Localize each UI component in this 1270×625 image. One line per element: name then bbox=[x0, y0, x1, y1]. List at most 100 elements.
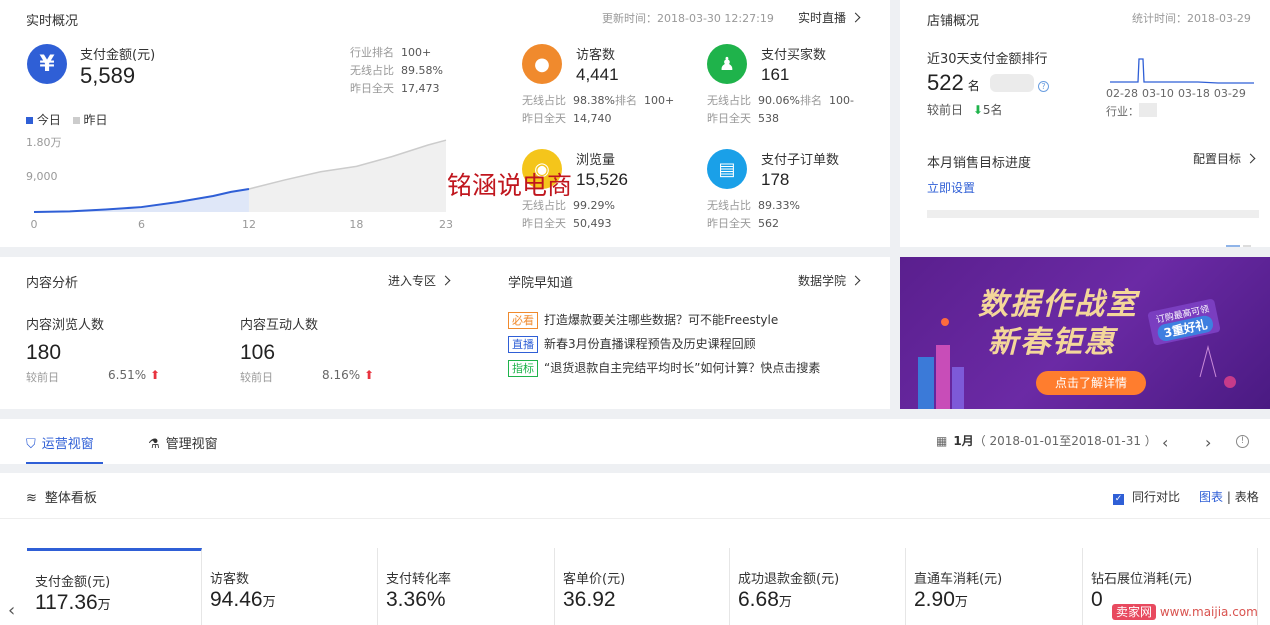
target-set-link[interactable]: 立即设置 bbox=[927, 179, 975, 196]
metric-detail: 无线占比 99.29% 昨日全天 50,493 bbox=[522, 199, 615, 230]
store-title: 店铺概况 bbox=[927, 14, 980, 29]
interact-compare: 较前日 bbox=[240, 371, 273, 384]
arrow-down-icon: ⬇ bbox=[972, 103, 983, 117]
realtime-card: 实时概况 更新时间：2018-03-30 12:27:19 实时直播 ¥ 支付金… bbox=[0, 0, 890, 247]
enter-zone-link[interactable]: 进入专区 bbox=[388, 272, 451, 289]
kpi-label: 钻石展位消耗(元) bbox=[1091, 572, 1193, 587]
compare-row: 较前日 ⬇5名 bbox=[927, 103, 1003, 117]
kpi-card[interactable]: 支付金额(元) 117.36万 bbox=[27, 548, 202, 625]
mini-dates: 02-28 03-10 03-18 03-29 bbox=[1106, 87, 1250, 100]
chevron-right-icon bbox=[440, 275, 451, 286]
metric-label: 浏览量 bbox=[576, 153, 616, 168]
yuan-icon: ¥ bbox=[27, 44, 67, 84]
live-link[interactable]: 实时直播 bbox=[798, 9, 861, 26]
kpi-label: 支付金额(元) bbox=[35, 575, 111, 590]
kpi-card[interactable]: 直通车消耗(元) 2.90万 bbox=[906, 548, 1083, 625]
kpi-value: 2.90万 bbox=[914, 588, 968, 611]
kpi-value: 94.46万 bbox=[210, 588, 276, 611]
kpi-label: 支付转化率 bbox=[386, 572, 452, 587]
kpi-label: 成功退款金额(元) bbox=[738, 572, 840, 587]
kpi-value: 0 bbox=[1091, 588, 1103, 611]
kpi-value: 3.36% bbox=[386, 588, 446, 611]
info-icon[interactable]: ! bbox=[1236, 435, 1249, 448]
rank-mini-chart bbox=[1110, 58, 1254, 84]
metric-detail: 无线占比 90.06%排名 100- 昨日全天 538 bbox=[707, 94, 854, 125]
date-picker[interactable]: ▦ 1月（ 2018-01-01至2018-01-31 ） bbox=[936, 432, 1157, 449]
academy-item[interactable]: 直播 新春3月份直播课程预告及历史课程回顾 bbox=[508, 332, 820, 356]
interact-pct: 8.16% ⬆ bbox=[322, 368, 375, 382]
metric-value: 4,441 bbox=[576, 65, 619, 84]
arrow-up-icon: ⬆ bbox=[149, 368, 161, 382]
browse-pct: 6.51% ⬆ bbox=[108, 368, 161, 382]
kpi-prev-button[interactable]: ‹ bbox=[8, 600, 15, 621]
target-config-link[interactable]: 配置目标 bbox=[1193, 150, 1256, 167]
mini-date: 03-18 bbox=[1177, 87, 1210, 100]
realtime-title: 实时概况 bbox=[26, 14, 79, 29]
x-tick-label: 6 bbox=[138, 218, 145, 231]
interact-label: 内容互动人数 bbox=[240, 318, 319, 333]
tab-mgmt[interactable]: ⚗ 管理视窗 bbox=[148, 433, 218, 452]
academy-list: 必看 打造爆款要关注哪些数据？可不能Freestyle 直播 新春3月份直播课程预告及… bbox=[508, 308, 820, 380]
kpi-card[interactable]: 支付转化率 3.36% bbox=[378, 548, 555, 625]
kpi-value: 117.36万 bbox=[35, 591, 111, 614]
prev-date-button[interactable]: ‹ bbox=[1162, 433, 1168, 452]
pay-row: 无线占比 89.58% bbox=[350, 64, 443, 77]
view-toggle: 图表 | 表格 bbox=[1199, 490, 1259, 504]
academy-link[interactable]: 数据学院 bbox=[798, 272, 861, 289]
pay-row: 行业排名 100+ bbox=[350, 46, 432, 59]
kpi-value: 36.92 bbox=[563, 588, 616, 611]
banner-line2: 新春钜惠 bbox=[988, 325, 1116, 360]
compare-checkbox[interactable]: ✓ 同行对比 bbox=[1113, 488, 1180, 505]
footprint-icon: ● bbox=[522, 44, 562, 84]
pay-rows: 行业排名 100+ 无线占比 89.58% 昨日全天 17,473 bbox=[350, 44, 443, 98]
x-tick-label: 0 bbox=[31, 218, 38, 231]
help-icon[interactable]: ? bbox=[1038, 81, 1049, 92]
flask-icon: ⚗ bbox=[148, 437, 160, 452]
mini-date: 02-28 bbox=[1106, 87, 1138, 100]
target-progress-bar bbox=[927, 210, 1259, 218]
banner-button[interactable]: 点击了解详情 bbox=[1036, 371, 1146, 395]
rank-value: 522 名 bbox=[927, 70, 980, 95]
next-date-button[interactable]: › bbox=[1205, 433, 1211, 452]
metric-value: 161 bbox=[761, 65, 790, 84]
promo-banner[interactable]: 数据作战室 新春钜惠 订购最高可领 3重好礼 点击了解详情 bbox=[900, 257, 1270, 409]
x-tick-label: 23 bbox=[439, 218, 453, 231]
target-title: 本月销售目标进度 bbox=[927, 156, 1032, 171]
chevron-right-icon bbox=[850, 275, 861, 286]
academy-tag: 必看 bbox=[508, 312, 538, 329]
academy-item[interactable]: 必看 打造爆款要关注哪些数据？可不能Freestyle bbox=[508, 308, 820, 332]
tab-ops[interactable]: ⛉ 运营视窗 bbox=[26, 433, 94, 452]
shield-icon: ⛉ bbox=[26, 437, 36, 452]
academy-tag: 直播 bbox=[508, 336, 538, 353]
browse-compare: 较前日 bbox=[26, 371, 59, 384]
academy-item[interactable]: 指标 “退货退款自主完结平均时长”如何计算？快点击搜素 bbox=[508, 356, 820, 380]
today-area bbox=[34, 189, 249, 212]
chevron-right-icon bbox=[850, 12, 861, 23]
view-table-link[interactable]: 表格 bbox=[1235, 490, 1259, 504]
pay-row: 昨日全天 17,473 bbox=[350, 82, 440, 95]
arrow-up-icon: ⬆ bbox=[363, 368, 375, 382]
kpi-label: 直通车消耗(元) bbox=[914, 572, 1003, 587]
blurred-industry bbox=[1139, 103, 1157, 117]
view-chart-link[interactable]: 图表 bbox=[1199, 490, 1223, 504]
clipboard-icon: ▤ bbox=[707, 149, 747, 189]
browse-label: 内容浏览人数 bbox=[26, 318, 105, 333]
watermark-text: 铭涵说电商 bbox=[447, 171, 573, 200]
kpi-card[interactable]: 成功退款金额(元) 6.68万 bbox=[730, 548, 906, 625]
checkbox-checked-icon: ✓ bbox=[1113, 494, 1124, 505]
metric-label: 支付买家数 bbox=[761, 48, 827, 63]
chevron-right-icon bbox=[1245, 153, 1256, 164]
tab-ops-underline bbox=[26, 462, 103, 464]
board-title: ≋ 整体看板 bbox=[26, 491, 97, 506]
metric-detail: 无线占比 89.33% 昨日全天 562 bbox=[707, 199, 800, 230]
kpi-card[interactable]: 访客数 94.46万 bbox=[202, 548, 378, 625]
metric-label: 支付子订单数 bbox=[761, 153, 840, 168]
kpi-card[interactable]: 客单价(元) 36.92 bbox=[555, 548, 730, 625]
layers-icon: ≋ bbox=[26, 491, 37, 506]
browse-value: 180 bbox=[26, 341, 62, 364]
kpi-value: 6.68万 bbox=[738, 588, 792, 611]
academy-tag: 指标 bbox=[508, 360, 538, 377]
calendar-icon: ▦ bbox=[936, 434, 948, 448]
carousel-dots[interactable] bbox=[1226, 236, 1256, 247]
academy-title: 学院早知道 bbox=[508, 276, 574, 291]
